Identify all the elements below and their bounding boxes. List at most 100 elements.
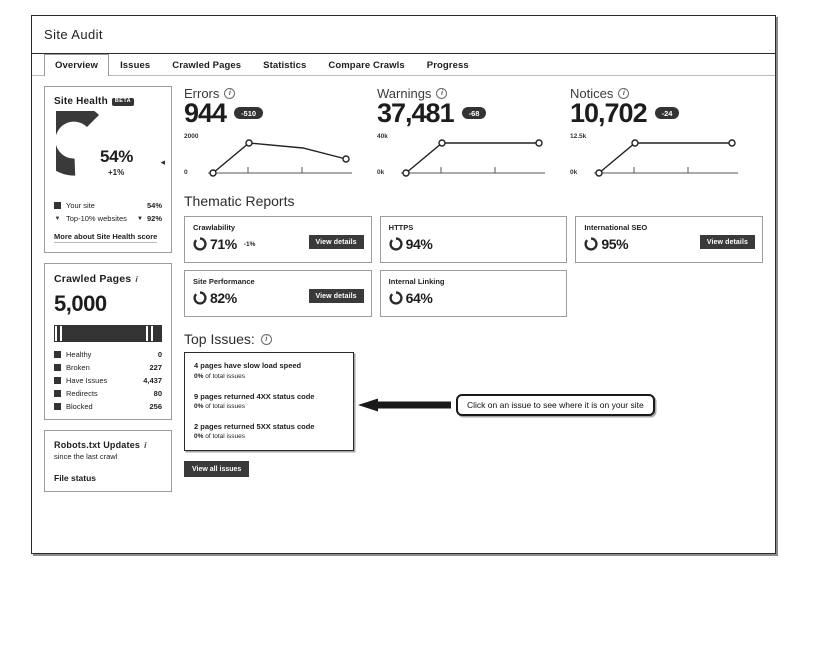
site-health-legend-top-websites[interactable]: ▼ Top-10% websites ▼ 92% [54, 214, 162, 223]
list-item[interactable]: 2 pages returned 5XX status code 0% of t… [194, 422, 344, 440]
metric-warnings-sparkline: 40k 0k [377, 133, 554, 179]
page-title: Site Audit [44, 27, 103, 42]
crawled-pages-label: Crawled Pages [54, 273, 132, 285]
site-health-panel: Site Health BETA 54% +1% ◂ Your site 54% [44, 86, 172, 253]
thematic-card-body: 64% [389, 290, 559, 306]
donut-icon [389, 291, 403, 305]
callout-tooltip: Click on an issue to see where it is on … [456, 394, 655, 416]
view-details-button[interactable]: View details [308, 289, 364, 304]
thematic-card-crawlability[interactable]: Crawlability 71% -1% View details [184, 216, 372, 264]
axis-tick-min: 0k [377, 169, 385, 177]
thematic-reports-grid: Crawlability 71% -1% View details HTTPS [184, 216, 763, 318]
errors-line-chart [208, 139, 352, 178]
axis-tick-max: 12.5k [570, 133, 587, 141]
metric-warnings-value: 37,481 [377, 98, 455, 128]
legend-value: 256 [149, 402, 162, 411]
top-issues-title: Top Issues: i [184, 331, 763, 347]
legend-label: Healthy [66, 350, 92, 359]
legend-swatch-icon [54, 403, 61, 410]
info-icon[interactable]: i [144, 440, 147, 450]
issue-subtext: 0% of total issues [194, 433, 344, 440]
thematic-card-pct: 64% [405, 290, 433, 307]
crawled-pages-title: Crawled Pages i [54, 273, 162, 285]
tab-compare-crawls[interactable]: Compare Crawls [317, 54, 415, 75]
donut-icon [584, 237, 598, 251]
info-icon[interactable]: i [260, 333, 272, 345]
view-all-issues-button[interactable]: View all issues [184, 461, 250, 478]
crawled-pages-count: 5,000 [54, 291, 107, 316]
view-details-button[interactable]: View details [308, 235, 364, 250]
crawled-legend-row: Redirects 80 [54, 389, 162, 398]
legend-value: 0 [157, 350, 162, 359]
issue-pct: 0% [194, 433, 204, 441]
issue-sub-label: of total issues [205, 433, 245, 441]
robots-txt-panel: Robots.txt Updates i since the last craw… [44, 430, 172, 492]
thematic-card-https[interactable]: HTTPS 94% [379, 216, 568, 264]
issue-subtext: 0% of total issues [194, 373, 344, 380]
chevron-down-icon[interactable]: ▼ [137, 216, 143, 222]
metric-warnings: Warnings i 37,481 -68 40k 0k [377, 86, 570, 179]
site-health-score: 54% [100, 147, 134, 166]
triangle-left-icon[interactable]: ◂ [160, 157, 165, 168]
top-issues-list: 4 pages have slow load speed 0% of total… [184, 352, 354, 452]
more-about-site-health-link[interactable]: More about Site Health score [54, 232, 158, 243]
thematic-card-label: Crawlability [193, 223, 236, 233]
list-item[interactable]: 9 pages returned 4XX status code 0% of t… [194, 392, 344, 410]
thematic-card-internal-linking[interactable]: Internal Linking 64% [379, 270, 568, 318]
thematic-card-label: International SEO [584, 223, 648, 233]
bar-segment-blocked [153, 326, 161, 341]
metric-errors-value-row: 944 -510 [184, 99, 361, 127]
tab-crawled-pages[interactable]: Crawled Pages [161, 54, 252, 75]
thematic-card-pct: 82% [210, 290, 237, 307]
site-health-delta: +1% [108, 168, 125, 177]
thematic-card-international-seo[interactable]: International SEO 95% View details [575, 216, 763, 264]
crawled-legend-row: Have Issues 4,437 [54, 376, 162, 385]
caret-down-icon: ▼ [54, 215, 61, 222]
robots-txt-title: Robots.txt Updates i [54, 440, 162, 450]
left-column: Site Health BETA 54% +1% ◂ Your site 54% [44, 86, 172, 542]
crawled-legend-row: Blocked 256 [54, 402, 162, 411]
axis-tick-min: 0k [570, 169, 578, 177]
legend-label: Have Issues [66, 376, 108, 385]
donut-icon [193, 291, 207, 305]
issue-pct: 0% [194, 403, 204, 411]
site-health-label: Site Health [54, 96, 108, 107]
thematic-card-site-performance[interactable]: Site Performance 82% View details [184, 270, 372, 318]
legend-label: Redirects [66, 389, 98, 398]
legend-swatch-icon [54, 377, 61, 384]
file-status-label: File status [54, 473, 97, 483]
crawled-pages-panel: Crawled Pages i 5,000 Healthy 0 Broken 2… [44, 263, 172, 420]
bar-segment-have-issues [62, 326, 148, 341]
legend-value: 92% [146, 214, 162, 223]
axis-tick-max: 2000 [184, 133, 199, 141]
legend-label: Your site [66, 201, 95, 210]
thematic-card-delta: -1% [243, 240, 256, 248]
thematic-card-label: Site Performance [193, 277, 255, 287]
issue-sub-label: of total issues [205, 372, 245, 380]
info-icon[interactable]: i [135, 274, 138, 284]
issue-pct: 0% [194, 372, 204, 380]
site-health-title: Site Health BETA [54, 96, 162, 107]
crawled-legend-row: Broken 227 [54, 363, 162, 372]
metrics-row: Errors i 944 -510 2000 0 Warnings i 37,4… [184, 86, 763, 179]
legend-label: Broken [66, 363, 90, 372]
metric-warnings-value-row: 37,481 -68 [377, 99, 554, 127]
issue-subtext: 0% of total issues [194, 403, 344, 410]
list-item[interactable]: 4 pages have slow load speed 0% of total… [194, 361, 344, 379]
info-icon[interactable]: i [224, 88, 236, 99]
tab-overview[interactable]: Overview [44, 54, 110, 76]
axis-tick-min: 0 [184, 169, 188, 177]
issue-text: 9 pages returned 4XX status code [194, 391, 315, 401]
metric-notices-value-row: 10,702 -24 [570, 99, 747, 127]
tab-progress[interactable]: Progress [416, 54, 480, 75]
legend-value: 227 [149, 363, 162, 372]
site-health-donut-wrap: 54% +1% ◂ [54, 111, 165, 197]
legend-label: Blocked [66, 402, 93, 411]
robots-txt-label: Robots.txt Updates [54, 440, 141, 450]
legend-swatch-icon [54, 202, 61, 209]
tab-statistics[interactable]: Statistics [252, 54, 317, 75]
legend-value: 54% [146, 201, 162, 210]
thematic-card-pct: 94% [405, 236, 433, 253]
view-details-button[interactable]: View details [699, 235, 755, 250]
tab-issues[interactable]: Issues [109, 54, 161, 75]
